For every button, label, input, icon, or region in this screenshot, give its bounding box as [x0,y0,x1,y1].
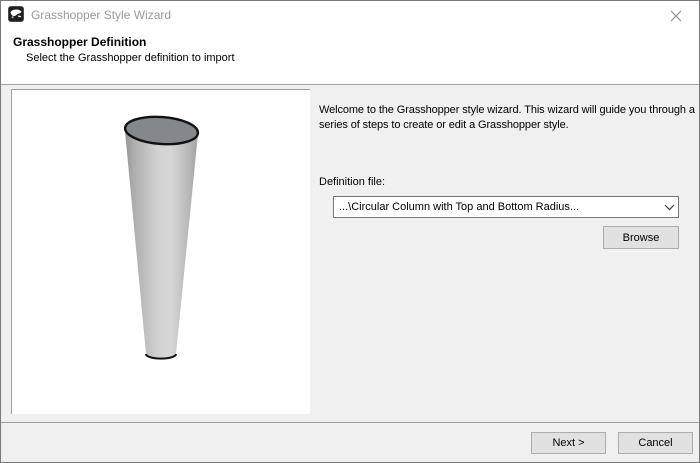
cancel-button[interactable]: Cancel [618,432,693,454]
close-button[interactable] [661,3,691,29]
window-title: Grasshopper Style Wizard [31,1,171,29]
page-title: Grasshopper Definition [13,35,146,49]
grasshopper-style-wizard-dialog: Grasshopper Style Wizard Grasshopper Def… [0,0,700,463]
preview-panel [11,89,310,414]
definition-file-combobox[interactable] [333,196,679,218]
grasshopper-logo-icon [8,6,24,22]
chevron-down-icon [664,204,675,211]
browse-button[interactable]: Browse [603,226,679,249]
titlebar[interactable]: Grasshopper Style Wizard [1,1,699,29]
definition-file-label: Definition file: [319,176,385,188]
dialog-header-area: Grasshopper Style Wizard Grasshopper Def… [1,1,699,85]
next-button[interactable]: Next > [531,432,606,454]
column-preview-image [12,90,309,413]
close-icon [670,10,682,22]
page-subtitle: Select the Grasshopper definition to imp… [26,52,235,64]
welcome-text: Welcome to the Grasshopper style wizard.… [319,103,697,133]
combobox-dropdown-button[interactable] [660,197,678,217]
definition-file-input[interactable] [334,197,660,217]
